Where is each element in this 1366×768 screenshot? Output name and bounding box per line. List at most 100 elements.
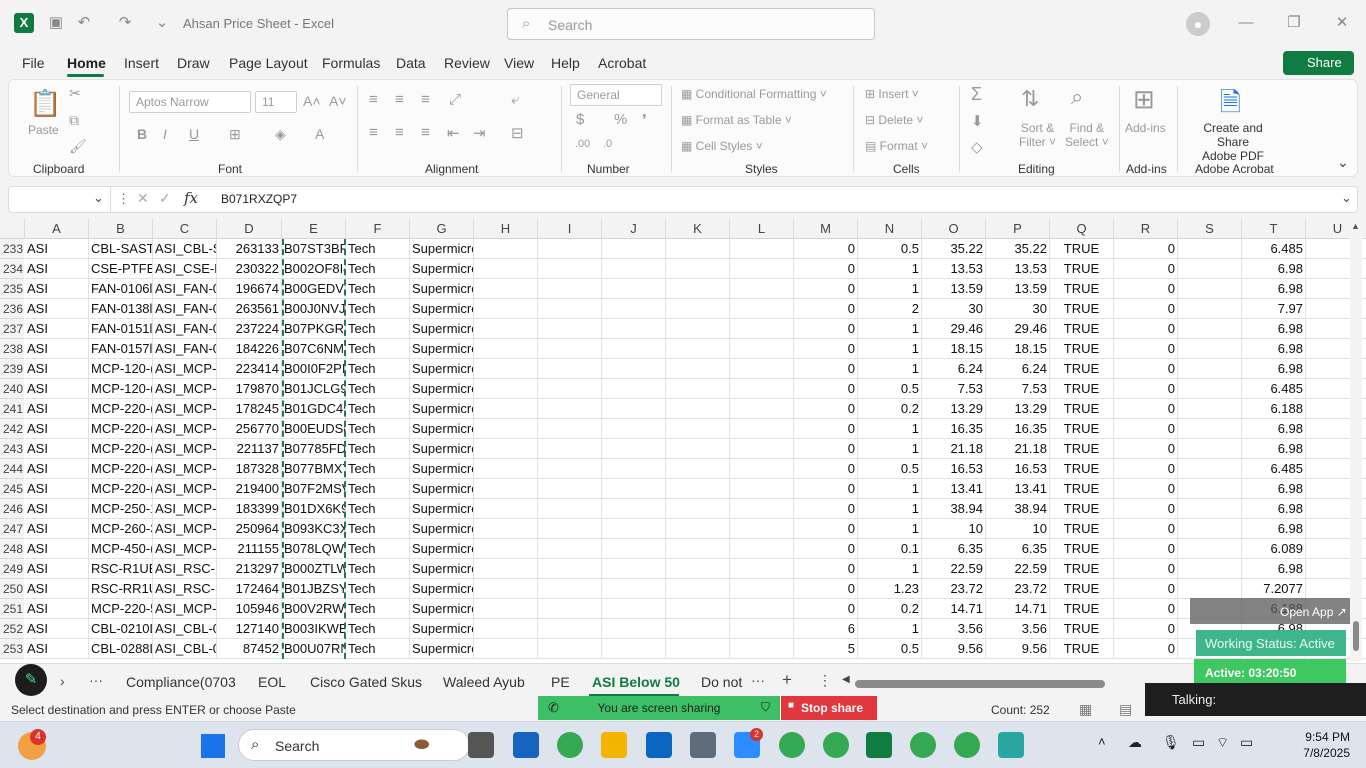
cell-b[interactable]: MCP-220-( <box>89 439 153 459</box>
cell-p[interactable]: 16.53 <box>986 459 1050 479</box>
stop-share-button[interactable]: ■ Stop share <box>781 696 877 720</box>
cell-i[interactable] <box>538 259 602 279</box>
microphone-icon[interactable]: 🎙 <box>1162 734 1180 751</box>
cell-n[interactable]: 1 <box>858 359 922 379</box>
cell-e[interactable]: B093KC3X <box>282 519 346 539</box>
column-header-l[interactable]: L <box>730 219 794 239</box>
cell-h[interactable] <box>474 419 538 439</box>
cell-h[interactable] <box>474 599 538 619</box>
cell-i[interactable] <box>538 279 602 299</box>
cell-p[interactable]: 21.18 <box>986 439 1050 459</box>
cell-k[interactable] <box>666 419 730 439</box>
cell-f[interactable]: Tech <box>346 419 410 439</box>
cell-l[interactable] <box>730 379 794 399</box>
cell-k[interactable] <box>666 639 730 659</box>
cell-a[interactable]: ASI <box>25 519 89 539</box>
cell-k[interactable] <box>666 479 730 499</box>
row-header[interactable]: 238 <box>0 339 24 359</box>
cell-g[interactable]: Supermicro <box>410 519 474 539</box>
cell-i[interactable] <box>538 339 602 359</box>
currency-icon[interactable]: $ <box>576 111 584 128</box>
cell-m[interactable]: 0 <box>794 299 858 319</box>
cell-q[interactable]: TRUE <box>1050 259 1114 279</box>
cell-a[interactable]: ASI <box>25 239 89 259</box>
row-header[interactable]: 246 <box>0 499 24 519</box>
cell-i[interactable] <box>538 539 602 559</box>
column-header-g[interactable]: G <box>410 219 474 239</box>
cell-l[interactable] <box>730 639 794 659</box>
chrome-profile-icon[interactable] <box>779 732 805 758</box>
cell-a[interactable]: ASI <box>25 359 89 379</box>
cell-a[interactable]: ASI <box>25 499 89 519</box>
cell-f[interactable]: Tech <box>346 339 410 359</box>
cell-c[interactable]: ASI_CSE-P1 <box>153 259 217 279</box>
name-box-dropdown-icon[interactable]: ⌄ <box>93 190 104 206</box>
cell-a[interactable]: ASI <box>25 339 89 359</box>
cell-m[interactable]: 0 <box>794 419 858 439</box>
cell-h[interactable] <box>474 299 538 319</box>
cell-j[interactable] <box>602 599 666 619</box>
cell-a[interactable]: ASI <box>25 579 89 599</box>
cell-s[interactable] <box>1178 439 1242 459</box>
cell-k[interactable] <box>666 339 730 359</box>
cell-b[interactable]: CBL-0288L <box>89 639 153 659</box>
cell-f[interactable]: Tech <box>346 459 410 479</box>
cell-e[interactable]: B003IKWB <box>282 619 346 639</box>
cell-d[interactable]: 221137 <box>217 439 282 459</box>
file-explorer-icon[interactable] <box>601 732 627 758</box>
cell-p[interactable]: 38.94 <box>986 499 1050 519</box>
cell-b[interactable]: MCP-120-( <box>89 359 153 379</box>
cell-o[interactable]: 35.22 <box>922 239 986 259</box>
font-color-icon[interactable]: A <box>315 126 324 142</box>
sheet-options-icon[interactable]: ⋮ <box>818 672 832 689</box>
tab-insert[interactable]: Insert <box>124 55 159 71</box>
insert-function-icon[interactable]: fx <box>184 189 198 207</box>
tab-draw[interactable]: Draw <box>177 55 210 71</box>
cell-s[interactable] <box>1178 519 1242 539</box>
align-center-icon[interactable]: ≡ <box>395 124 404 141</box>
cell-q[interactable]: TRUE <box>1050 639 1114 659</box>
cell-e[interactable]: B07F2MSV <box>282 479 346 499</box>
cell-d[interactable]: 183399 <box>217 499 282 519</box>
cell-c[interactable]: ASI_MCP-2 <box>153 599 217 619</box>
cell-a[interactable]: ASI <box>25 639 89 659</box>
clock-time[interactable]: 9:54 PM <box>1280 730 1350 744</box>
name-box[interactable]: ⌄ <box>9 187 111 212</box>
cell-t[interactable]: 7.97 <box>1242 299 1306 319</box>
cell-n[interactable]: 0.5 <box>858 379 922 399</box>
cell-a[interactable]: ASI <box>25 439 89 459</box>
cell-q[interactable]: TRUE <box>1050 459 1114 479</box>
cell-t[interactable]: 6.485 <box>1242 459 1306 479</box>
cell-i[interactable] <box>538 639 602 659</box>
cell-b[interactable]: MCP-220-( <box>89 419 153 439</box>
cell-b[interactable]: FAN-0157l <box>89 339 153 359</box>
cell-h[interactable] <box>474 319 538 339</box>
cell-q[interactable]: TRUE <box>1050 559 1114 579</box>
row-header[interactable]: 244 <box>0 459 24 479</box>
cell-i[interactable] <box>538 439 602 459</box>
cell-m[interactable]: 0 <box>794 319 858 339</box>
cell-g[interactable]: Supermicro <box>410 399 474 419</box>
cell-s[interactable] <box>1178 339 1242 359</box>
cell-o[interactable]: 22.59 <box>922 559 986 579</box>
cell-q[interactable]: TRUE <box>1050 479 1114 499</box>
cell-r[interactable]: 0 <box>1114 599 1178 619</box>
row-header[interactable]: 240 <box>0 379 24 399</box>
cell-o[interactable]: 38.94 <box>922 499 986 519</box>
cell-j[interactable] <box>602 379 666 399</box>
bold-icon[interactable]: B <box>137 126 147 142</box>
cell-f[interactable]: Tech <box>346 559 410 579</box>
row-header[interactable]: 247 <box>0 519 24 539</box>
cell-m[interactable]: 5 <box>794 639 858 659</box>
cell-f[interactable]: Tech <box>346 599 410 619</box>
cell-s[interactable] <box>1178 399 1242 419</box>
minimize-icon[interactable]: — <box>1237 14 1255 32</box>
sort-filter-icon[interactable]: ⇅ <box>1021 86 1039 112</box>
taskbar-search[interactable]: ⌕ Search ⬬ <box>238 729 470 761</box>
cell-b[interactable]: MCP-120-( <box>89 379 153 399</box>
cell-s[interactable] <box>1178 379 1242 399</box>
open-app-button[interactable]: Open App ↗ <box>1190 598 1350 624</box>
formula-options-icon[interactable]: ⋮ <box>117 191 130 207</box>
cell-b[interactable]: RSC-RR1U <box>89 579 153 599</box>
cell-f[interactable]: Tech <box>346 479 410 499</box>
